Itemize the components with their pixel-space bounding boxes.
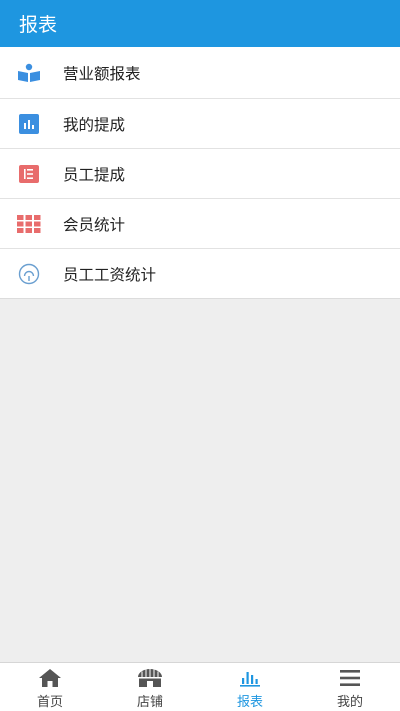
menu-item-member-stats[interactable]: 会员统计 — [0, 198, 400, 248]
store-icon — [137, 668, 163, 688]
tab-reports[interactable]: 报表 — [200, 663, 300, 711]
tab-label: 首页 — [36, 695, 63, 710]
page-title: 报表 — [19, 14, 58, 36]
grid-icon — [17, 214, 41, 234]
tab-mine[interactable]: 我的 — [300, 663, 400, 711]
page-header: 报表 — [0, 0, 400, 47]
book-reader-icon — [17, 63, 41, 83]
report-menu-list: 营业额报表 我的提成 员工提成 会员统计 员工工资统计 — [0, 47, 400, 299]
menu-item-label: 员工提成 — [63, 165, 126, 184]
menu-item-label: 营业额报表 — [63, 64, 141, 83]
menu-item-label: 员工工资统计 — [63, 265, 157, 284]
bar-chart-icon — [17, 113, 41, 134]
menu-item-label: 我的提成 — [63, 115, 126, 134]
menu-item-revenue-report[interactable]: 营业额报表 — [0, 47, 400, 98]
report-chart-icon — [239, 668, 261, 688]
bottom-tab-bar: 首页 店铺 报表 我的 — [0, 662, 400, 711]
menu-item-staff-commission[interactable]: 员工提成 — [0, 148, 400, 198]
tab-store[interactable]: 店铺 — [100, 663, 200, 711]
tab-label: 店铺 — [136, 695, 163, 710]
home-icon — [38, 668, 62, 688]
tab-home[interactable]: 首页 — [0, 663, 100, 711]
tab-label: 报表 — [236, 695, 263, 710]
tab-label: 我的 — [336, 695, 363, 710]
salary-circle-icon — [17, 263, 41, 284]
menu-item-my-commission[interactable]: 我的提成 — [0, 98, 400, 148]
menu-item-staff-salary-stats[interactable]: 员工工资统计 — [0, 248, 400, 298]
menu-item-label: 会员统计 — [63, 215, 126, 234]
menu-lines-icon — [339, 668, 361, 688]
list-card-icon — [17, 164, 41, 184]
